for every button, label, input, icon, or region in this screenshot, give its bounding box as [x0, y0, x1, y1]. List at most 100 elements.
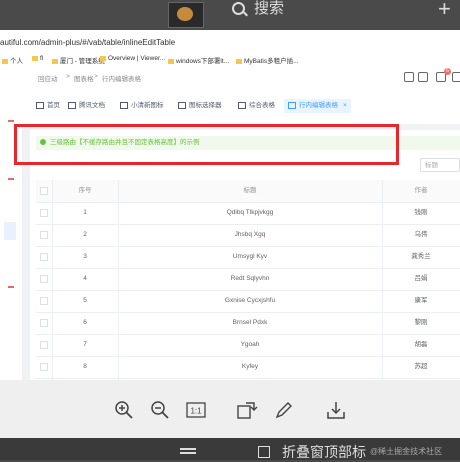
- sidebar-active-item[interactable]: [4, 222, 16, 240]
- bookmark-item[interactable]: MyBatis多租户插...: [236, 55, 299, 65]
- download-icon[interactable]: [326, 400, 346, 420]
- row-checkbox[interactable]: [40, 297, 48, 305]
- breadcrumb-sep: >: [66, 73, 70, 80]
- bookmark-icon: [52, 58, 58, 64]
- row-no: 8: [83, 363, 87, 370]
- breadcrumb-item[interactable]: 图表格: [74, 73, 94, 83]
- table-icon: [288, 101, 296, 109]
- plus-icon[interactable]: +: [438, 0, 451, 22]
- row-checkbox[interactable]: [40, 275, 48, 283]
- home-icon: [36, 101, 44, 109]
- sidebar: [0, 66, 23, 380]
- rotate-icon[interactable]: [236, 400, 258, 420]
- row-no: 7: [83, 341, 87, 348]
- zoom-in-icon[interactable]: [114, 400, 134, 420]
- actual-size-icon[interactable]: 1:1: [186, 400, 206, 420]
- row-title[interactable]: Umsygl Kyv: [118, 246, 382, 268]
- table-header: 序号 标题 作者: [36, 180, 460, 203]
- row-author: 胡磊: [414, 341, 428, 348]
- row-title[interactable]: Redt Sqlyvhn: [118, 268, 382, 290]
- row-checkbox[interactable]: [40, 319, 48, 327]
- close-icon[interactable]: ×: [343, 102, 347, 109]
- table-icon: [120, 101, 128, 109]
- title-search-input[interactable]: 标题: [420, 158, 460, 172]
- table-icon: [178, 101, 186, 109]
- top-strip: 搜索 +: [0, 0, 460, 30]
- table-row: 1 Qdibq Tlkpjvkgg 钱刚: [36, 202, 460, 225]
- row-title[interactable]: Brnsel Pdxk: [118, 312, 382, 334]
- grid-icon[interactable]: [258, 446, 270, 458]
- row-author: 龚秀兰: [411, 253, 431, 260]
- bookmark-item[interactable]: Overview | Viewer...: [100, 55, 165, 62]
- header-author: 作者: [414, 187, 428, 194]
- table-row: 4 Redt Sqlyvhn 吕娟: [36, 268, 460, 291]
- red-highlight-box: [14, 124, 399, 165]
- search-icon: [232, 2, 245, 15]
- row-checkbox[interactable]: [40, 231, 48, 239]
- row-author: 苏超: [414, 363, 428, 370]
- bottom-bar: 折叠窗顶部标 @稀土掘金技术社区: [0, 438, 460, 460]
- table-icon: [238, 101, 246, 109]
- row-no: 4: [83, 275, 87, 282]
- watermark-text: @稀土掘金技术社区: [370, 447, 443, 456]
- row-author: 黎刚: [414, 319, 428, 326]
- row-author: 钱刚: [414, 209, 428, 216]
- row-title[interactable]: Kyfey: [118, 356, 382, 378]
- row-title[interactable]: Ygoah: [118, 334, 382, 356]
- sidebar-marker: [8, 286, 14, 288]
- row-title[interactable]: Qdibq Tlkpjvkgg: [118, 202, 382, 224]
- row-no: 1: [83, 209, 87, 216]
- browser-window: autiful.com/admin-plus/#/vab/table/inlin…: [0, 30, 460, 380]
- app-header: 回应动 > 图表格 > 行内编辑表格 6: [22, 66, 460, 88]
- folder-icon: [2, 58, 8, 64]
- row-checkbox[interactable]: [40, 341, 48, 349]
- bookmark-item[interactable]: fl: [32, 55, 43, 62]
- table-row: 5 Gxnise Cycxjshfu 康军: [36, 290, 460, 313]
- row-author: 乌伟: [414, 231, 428, 238]
- bookmark-item[interactable]: 个人: [2, 55, 23, 65]
- header-title: 标题: [243, 187, 257, 194]
- thumbnail-image[interactable]: [168, 2, 204, 28]
- admin-app: 回应动 > 图表格 > 行内编辑表格 6 首页 腾讯文档 小清新图标 图标选择器…: [0, 66, 460, 380]
- top-search-bar[interactable]: 搜索: [226, 0, 442, 20]
- bookmark-icon: [100, 55, 106, 61]
- row-checkbox[interactable]: [40, 253, 48, 261]
- table-row: 3 Umsygl Kyv 龚秀兰: [36, 246, 460, 269]
- fullscreen-icon[interactable]: [452, 72, 460, 82]
- row-checkbox[interactable]: [40, 363, 48, 371]
- row-title[interactable]: Gxnise Cycxjshfu: [118, 290, 382, 312]
- edit-pen-icon[interactable]: [274, 400, 294, 420]
- tab-tencent-docs[interactable]: 腾讯文档: [64, 99, 109, 113]
- row-checkbox[interactable]: [40, 209, 48, 217]
- address-bar[interactable]: autiful.com/admin-plus/#/vab/table/inlin…: [0, 38, 175, 47]
- select-all-checkbox[interactable]: [40, 187, 48, 195]
- bookmark-item[interactable]: 厦门 - 管理系统: [52, 55, 105, 65]
- top-search-label: 搜索: [254, 0, 285, 17]
- notification-badge: 6: [444, 68, 451, 75]
- menu-icon[interactable]: [180, 448, 196, 450]
- row-no: 3: [83, 253, 87, 260]
- lock-icon[interactable]: [404, 72, 414, 82]
- tab-combined-table[interactable]: 综合表格: [234, 99, 279, 113]
- folder-icon: [32, 55, 38, 61]
- svg-text:1:1: 1:1: [190, 407, 202, 416]
- viewer-toolbar: 1:1: [0, 380, 460, 438]
- content-panel: 三级路由【不缓存路由并且不固定表格高度】的示例 标题 序号 标题 作者 1 Qdi…: [30, 130, 460, 380]
- tab-icon-selector[interactable]: 图标选择器: [174, 99, 226, 113]
- breadcrumb-item[interactable]: 回应动: [38, 73, 58, 83]
- bookmark-item[interactable]: windows下部署lt...: [168, 55, 229, 65]
- row-author: 吕娟: [414, 275, 428, 282]
- globe-icon[interactable]: [418, 72, 428, 82]
- breadcrumb-sep: >: [94, 73, 98, 80]
- tab-home[interactable]: 首页: [32, 99, 64, 113]
- tab-inline-edit-table[interactable]: 行内编辑表格 ×: [284, 99, 351, 113]
- row-no: 6: [83, 319, 87, 326]
- sidebar-marker: [8, 120, 14, 122]
- row-title[interactable]: Jhsbq Xgq: [118, 224, 382, 246]
- zoom-out-icon[interactable]: [150, 400, 170, 420]
- table-row: 8 Kyfey 苏超: [36, 356, 460, 379]
- table-row: 7 Ygoah 胡磊: [36, 334, 460, 357]
- tab-fresh-icons[interactable]: 小清新图标: [116, 99, 168, 113]
- table-row: 2 Jhsbq Xgq 乌伟: [36, 224, 460, 247]
- row-no: 2: [83, 231, 87, 238]
